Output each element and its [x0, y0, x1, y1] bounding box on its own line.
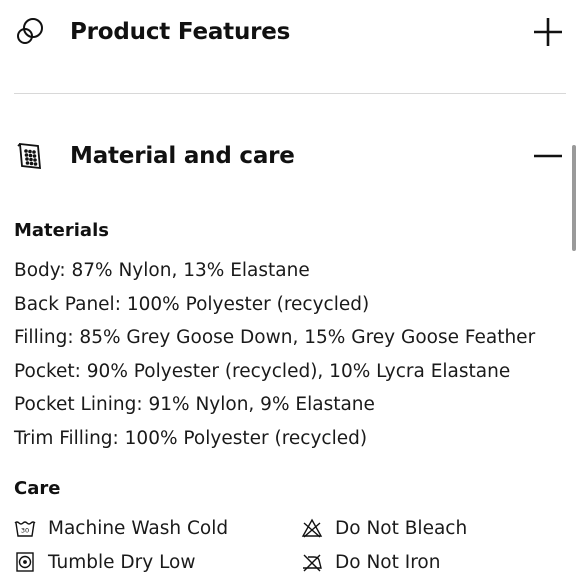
material-item: Back Panel: 100% Polyester (recycled) — [14, 293, 370, 315]
materials-list: Body: 87% Nylon, 13% Elastane Back Panel… — [14, 258, 535, 459]
product-features-title: Product Features — [70, 19, 291, 45]
tumble-dry-low-icon — [14, 551, 36, 573]
material-item: Pocket: 90% Polyester (recycled), 10% Ly… — [14, 360, 511, 382]
overlapping-circles-icon — [14, 15, 48, 49]
care-item-no-iron: Do Not Iron — [301, 549, 440, 575]
material-care-header[interactable]: Material and care — [14, 136, 566, 176]
material-item: Body: 87% Nylon, 13% Elastane — [14, 260, 310, 281]
care-item-label: Do Not Iron — [335, 551, 441, 573]
material-item: Pocket Lining: 91% Nylon, 9% Elastane — [14, 394, 375, 415]
section-divider — [14, 93, 566, 94]
fabric-swatch-icon — [14, 139, 48, 173]
care-item-label: Tumble Dry Low — [48, 551, 196, 573]
care-item-machine-wash: 30 Machine Wash Cold — [14, 515, 228, 541]
scrollbar[interactable] — [572, 145, 576, 251]
minus-icon[interactable] — [532, 140, 564, 172]
material-item: Trim Filling: 100% Polyester (recycled) — [14, 427, 368, 449]
care-item-label: Do Not Bleach — [335, 517, 468, 539]
svg-text:30: 30 — [21, 527, 29, 535]
no-iron-icon — [301, 551, 323, 573]
no-bleach-triangle-icon — [301, 517, 323, 539]
wash-tub-30-icon: 30 — [14, 517, 36, 539]
care-item-no-bleach: Do Not Bleach — [301, 515, 467, 541]
materials-heading: Materials — [14, 220, 109, 241]
product-features-header[interactable]: Product Features — [14, 12, 566, 52]
care-heading: Care — [14, 478, 61, 499]
plus-icon[interactable] — [532, 16, 564, 48]
care-item-tumble-dry: Tumble Dry Low — [14, 549, 196, 575]
material-care-title: Material and care — [70, 143, 295, 169]
care-item-label: Machine Wash Cold — [48, 517, 229, 539]
material-item: Filling: 85% Grey Goose Down, 15% Grey G… — [14, 327, 536, 348]
